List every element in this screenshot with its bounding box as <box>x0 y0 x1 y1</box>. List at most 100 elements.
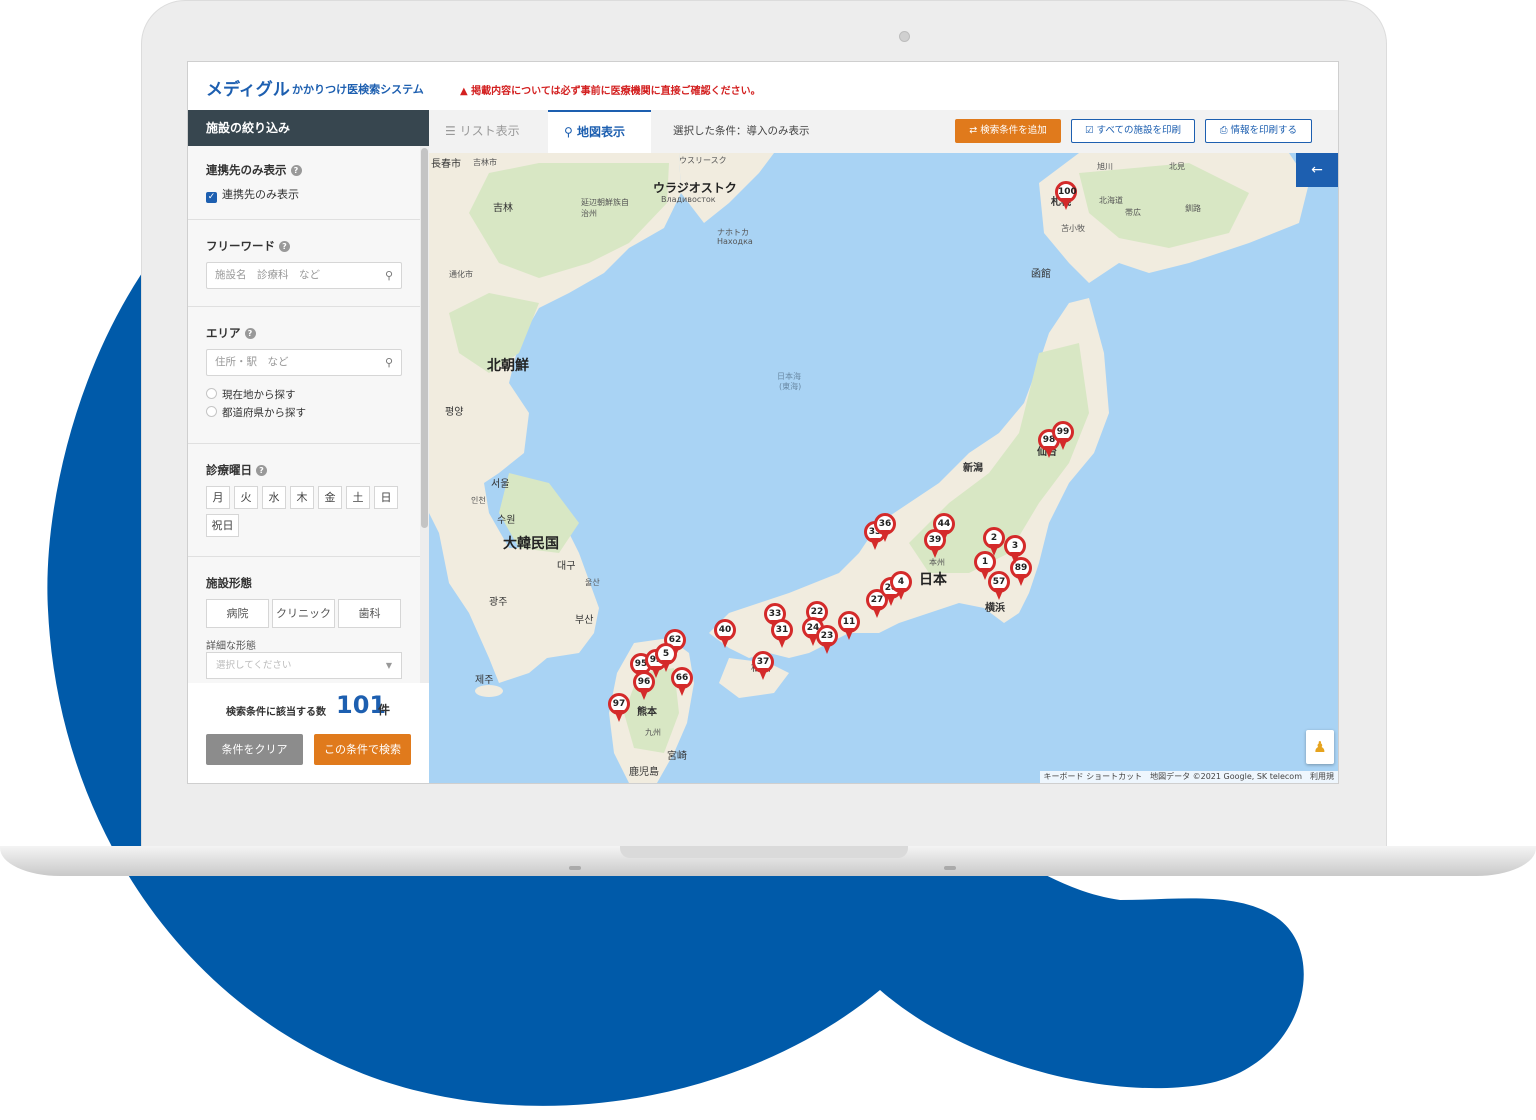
checkbox-checked-icon[interactable]: ✓ <box>206 192 217 203</box>
map-pin[interactable]: 4 <box>890 571 912 601</box>
map-label-east-sea: (東海) <box>779 382 802 391</box>
sidebar-scrollbar[interactable] <box>420 146 429 683</box>
map-pin[interactable]: 97 <box>608 693 630 723</box>
map-pin[interactable]: 40 <box>714 619 736 649</box>
map-label-vladivostok: ウラジオストク <box>653 181 737 195</box>
map-pin[interactable]: 37 <box>752 651 774 681</box>
map-label-ulsan: 울산 <box>585 578 600 587</box>
map-label-pyongyang: 평양 <box>445 407 464 418</box>
print-all-button[interactable]: ☑ すべての施設を印刷 <box>1071 119 1195 143</box>
detail-label: 詳細な形態 <box>206 641 256 652</box>
pin-tail <box>758 668 768 680</box>
map-label-niigata: 新潟 <box>963 463 983 474</box>
pin-tail <box>1010 552 1020 564</box>
day-chip-wed[interactable]: 水 <box>262 486 286 509</box>
facility-type-group: 病院 クリニック 歯科 <box>206 599 402 628</box>
map-label-yanbian: 延辺朝鮮族自治州 <box>581 198 629 218</box>
map-pin[interactable]: 99 <box>1052 421 1074 451</box>
search-button[interactable]: この条件で検索 <box>314 734 411 765</box>
map-attribution: キーボード ショートカット 地図データ ©2021 Google, SK tel… <box>1039 771 1338 783</box>
map-label-busan: 부산 <box>575 615 594 626</box>
map-label-kagoshima: 鹿児島 <box>629 767 659 778</box>
notice-message: 掲載内容については必ず事前に医療機関に直接ご確認ください。 <box>471 86 761 97</box>
map-pin[interactable]: 100 <box>1055 181 1077 211</box>
count-label: 検索条件に該当する数 <box>226 707 326 718</box>
area-input[interactable]: 住所・駅 など ⚲ <box>206 349 402 376</box>
pin-tail <box>844 628 854 640</box>
detail-placeholder: 選択してください <box>216 660 292 671</box>
clear-button[interactable]: 条件をクリア <box>206 734 303 765</box>
search-icon[interactable]: ⚲ <box>385 263 393 288</box>
map-pin[interactable]: 1 <box>974 551 996 581</box>
map-label-hakodate: 函館 <box>1031 269 1051 280</box>
brand-logo[interactable]: メディグル <box>206 75 290 100</box>
day-chip-thu[interactable]: 木 <box>290 486 314 509</box>
pin-tail <box>872 606 882 618</box>
map-label-daegu: 대구 <box>557 561 576 572</box>
map-label-kumamoto: 熊本 <box>637 707 657 718</box>
laptop-foot-left <box>569 866 581 870</box>
day-chip-sun[interactable]: 日 <box>374 486 398 509</box>
linked-title-text: 連携先のみ表示 <box>206 163 287 177</box>
map-view[interactable]: 長春市 吉林市 ウスリースク ウラジオストク Владивосток ナホトカ … <box>429 153 1338 783</box>
tab-map[interactable]: ⚲ 地図表示 <box>548 110 651 153</box>
search-icon[interactable]: ⚲ <box>385 350 393 375</box>
map-pin[interactable]: 11 <box>838 611 860 641</box>
type-hospital-button[interactable]: 病院 <box>206 599 269 628</box>
radio-prefecture[interactable]: 都道府県から探す <box>206 405 306 420</box>
map-pin[interactable]: 96 <box>633 671 655 701</box>
camera-dot <box>899 31 910 42</box>
print-info-button[interactable]: ⎙ 情報を印刷する <box>1205 119 1312 143</box>
help-icon[interactable]: ? <box>279 241 290 252</box>
day-chip-sat[interactable]: 土 <box>346 486 370 509</box>
days-title-text: 診療曜日 <box>206 463 252 477</box>
pin-tail <box>1016 574 1026 586</box>
detail-select[interactable]: 選択してください ▼ <box>206 652 402 679</box>
map-pin[interactable]: 3 <box>1004 535 1026 565</box>
map-label-jilin-city: 吉林市 <box>473 158 497 167</box>
radio-icon[interactable] <box>206 388 217 399</box>
radio-current-location[interactable]: 現在地から探す <box>206 387 296 402</box>
map-label-gwangju: 광주 <box>489 597 508 608</box>
help-icon[interactable]: ? <box>256 465 267 476</box>
section-area: エリア? 住所・駅 など ⚲ 現在地から探す 都道府県から探す <box>188 307 420 444</box>
print-all-label: すべての施設を印刷 <box>1096 125 1181 136</box>
map-pin[interactable]: 36 <box>874 513 896 543</box>
add-condition-label: 検索条件を追加 <box>980 125 1047 136</box>
printer-icon: ⎙ <box>1219 125 1231 136</box>
day-chip-fri[interactable]: 金 <box>318 486 342 509</box>
print-info-label: 情報を印刷する <box>1230 125 1298 136</box>
type-dental-button[interactable]: 歯科 <box>338 599 401 628</box>
section-freeword: フリーワード? 施設名 診療科 など ⚲ <box>188 220 420 307</box>
help-icon[interactable]: ? <box>290 165 302 176</box>
map-label-north-korea: 北朝鮮 <box>487 358 529 374</box>
selected-condition: 選択した条件：導入のみ表示 <box>673 125 810 137</box>
pin-tail <box>994 588 1004 600</box>
type-clinic-button[interactable]: クリニック <box>272 599 335 628</box>
pin-tail <box>639 688 649 700</box>
day-chip-tue[interactable]: 火 <box>234 486 258 509</box>
help-icon[interactable]: ? <box>244 328 256 339</box>
map-label-asahikawa: 旭川 <box>1097 162 1113 171</box>
section-facility: 施設形態 病院 クリニック 歯科 詳細な形態 選択してください ▼ <box>188 557 420 683</box>
map-pin[interactable]: 66 <box>671 667 693 697</box>
map-pin[interactable]: 31 <box>771 619 793 649</box>
freeword-title: フリーワード? <box>206 238 290 254</box>
map-pin[interactable]: 23 <box>816 625 838 655</box>
add-condition-button[interactable]: ⇄ 検索条件を追加 <box>955 119 1061 143</box>
collapse-panel-button[interactable]: ← <box>1296 153 1338 187</box>
day-chip-mon[interactable]: 月 <box>206 486 230 509</box>
street-view-pegman-icon[interactable]: ♟ <box>1306 730 1334 764</box>
map-label-kushiro: 釧路 <box>1185 204 1201 213</box>
pin-tail <box>1058 438 1068 450</box>
map-pin[interactable]: 39 <box>924 529 946 559</box>
radio-icon[interactable] <box>206 406 217 417</box>
tab-list[interactable]: ☰ リスト表示 <box>429 110 547 153</box>
scrollbar-thumb[interactable] <box>421 148 428 528</box>
linked-checkbox[interactable]: ✓ 連携先のみ表示 <box>206 186 299 203</box>
freeword-input[interactable]: 施設名 診療科 など ⚲ <box>206 262 402 289</box>
day-chip-holiday[interactable]: 祝日 <box>206 514 239 537</box>
map-label-vladivostok-ru: Владивосток <box>661 195 716 204</box>
area-title: エリア? <box>206 325 256 341</box>
warning-icon: ▲ <box>460 86 472 97</box>
